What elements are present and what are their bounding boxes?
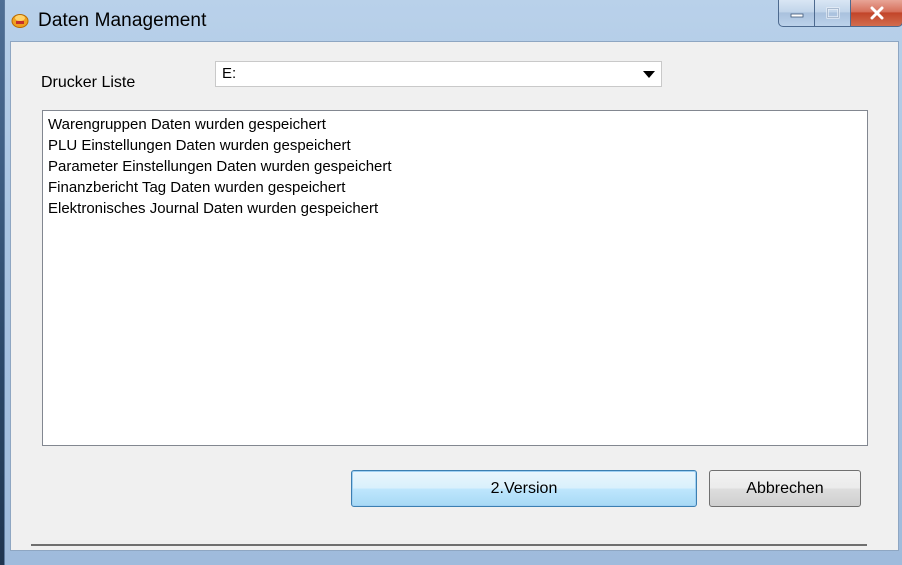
maximize-button[interactable] xyxy=(815,0,851,27)
log-line: Elektronisches Journal Daten wurden gesp… xyxy=(48,200,379,217)
caption-buttons xyxy=(778,0,902,30)
window-title: Daten Management xyxy=(38,10,207,31)
printer-select[interactable]: E: xyxy=(215,61,662,87)
log-line: Warengruppen Daten wurden gespeichert xyxy=(48,116,326,133)
status-log-textbox[interactable]: Warengruppen Daten wurden gespeichert PL… xyxy=(42,110,868,446)
printer-select-value: E: xyxy=(222,65,237,82)
printer-list-label: Drucker Liste xyxy=(41,74,136,91)
cancel-button[interactable]: Abbrechen xyxy=(709,470,861,507)
chevron-down-icon[interactable] xyxy=(643,71,655,78)
app-icon xyxy=(11,14,29,28)
version-button[interactable]: 2.Version xyxy=(351,470,697,507)
log-line: Parameter Einstellungen Daten wurden ges… xyxy=(48,158,392,175)
log-line: Finanzbericht Tag Daten wurden gespeiche… xyxy=(48,179,346,196)
minimize-icon xyxy=(790,13,803,18)
dialog-window: Daten Management Drucker Liste E: Wareng… xyxy=(4,0,902,565)
close-icon xyxy=(870,6,883,20)
close-button[interactable] xyxy=(851,0,902,27)
divider xyxy=(31,544,867,546)
log-line: PLU Einstellungen Daten wurden gespeiche… xyxy=(48,137,351,154)
maximize-icon xyxy=(825,7,840,19)
dialog-client-area: Drucker Liste E: Warengruppen Daten wurd… xyxy=(10,41,899,551)
title-bar[interactable]: Daten Management xyxy=(5,0,902,40)
minimize-button[interactable] xyxy=(778,0,815,27)
